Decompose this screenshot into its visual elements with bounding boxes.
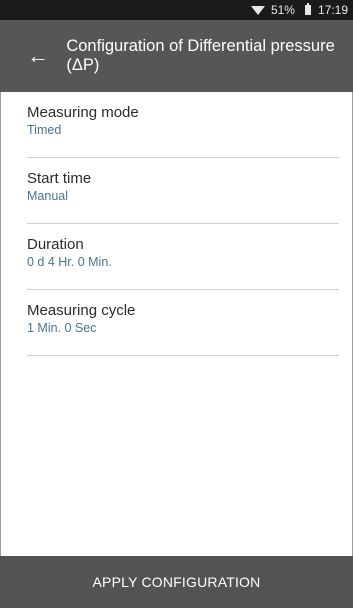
setting-start-time[interactable]: Start time Manual [27, 158, 339, 224]
setting-measuring-cycle[interactable]: Measuring cycle 1 Min. 0 Sec [27, 290, 339, 356]
battery-percent: 51% [270, 3, 295, 17]
apply-configuration-button[interactable]: APPLY CONFIGURATION [0, 556, 353, 608]
battery-icon [304, 3, 311, 15]
page-title: Configuration of Differential pressure (… [66, 37, 335, 74]
setting-value: Manual [27, 189, 68, 203]
setting-measuring-mode[interactable]: Measuring mode Timed [27, 92, 339, 158]
status-bar: 51% 17:19 [0, 0, 353, 20]
setting-label: Measuring cycle [27, 302, 136, 319]
back-arrow-icon[interactable]: ← [18, 34, 58, 78]
setting-label: Start time [27, 170, 92, 187]
setting-value: 0 d 4 Hr. 0 Min. [27, 255, 112, 269]
setting-value: 1 Min. 0 Sec [27, 321, 97, 335]
setting-value: Timed [27, 123, 62, 137]
clock-time: 17:19 [317, 3, 348, 17]
app-bar: ← Configuration of Differential pressure… [0, 20, 353, 92]
wifi-icon [250, 5, 265, 15]
setting-label: Measuring mode [27, 104, 139, 121]
setting-duration[interactable]: Duration 0 d 4 Hr. 0 Min. [27, 224, 339, 290]
apply-configuration-label: APPLY CONFIGURATION [92, 574, 261, 590]
settings-list: Measuring mode Timed Start time Manual D… [0, 92, 353, 356]
setting-label: Duration [27, 236, 84, 253]
